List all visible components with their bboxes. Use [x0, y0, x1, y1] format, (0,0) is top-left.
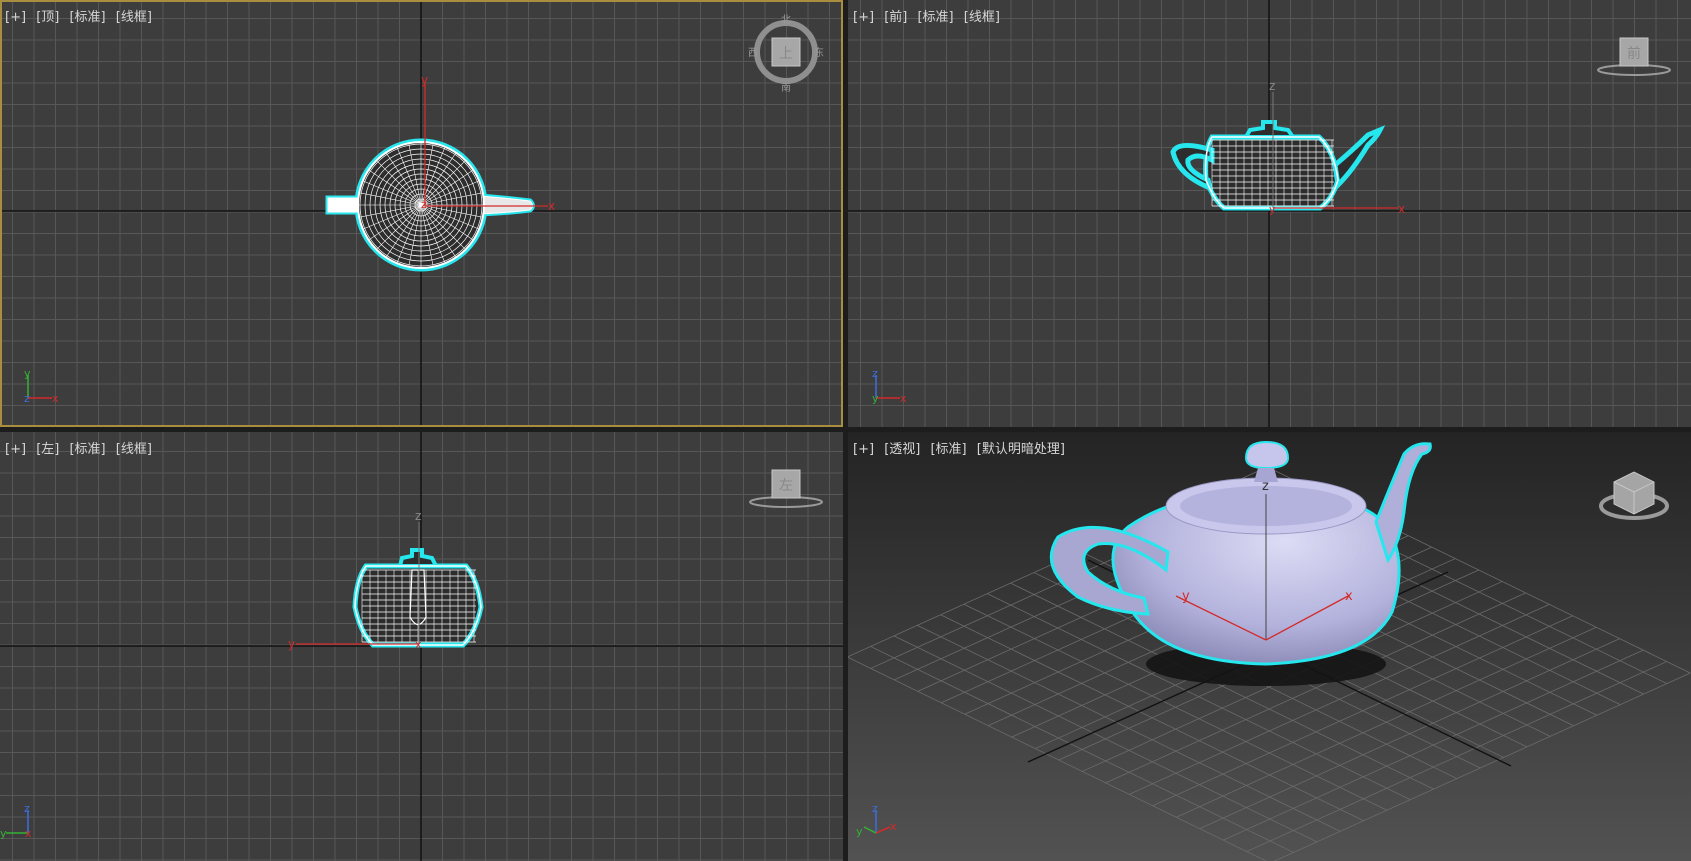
viewport-perspective[interactable]: z y x z x y [+] [透视] [标准] [默认明暗处理]: [848, 432, 1691, 861]
viewport-front-canvas[interactable]: z x y 前 z x y: [848, 0, 1691, 427]
viewport-plus-menu[interactable]: [+]: [5, 10, 26, 25]
viewport-plus-menu[interactable]: [+]: [853, 10, 874, 25]
viewport-label-menu: [+] [前] [标准] [线框]: [853, 6, 1006, 25]
viewport-top[interactable]: y x z 上 北 东 南 西 y x z [+] [顶] [标准] [线框]: [0, 0, 843, 427]
local-z-label: z: [1269, 79, 1275, 93]
viewport-standard-menu[interactable]: [标准]: [69, 10, 105, 25]
viewport-pov-menu[interactable]: [左]: [36, 442, 59, 457]
local-y-label: y: [421, 73, 428, 87]
local-z-label: z: [415, 509, 421, 523]
tripod-y-label: y: [24, 367, 31, 380]
local-x-label: x: [1345, 589, 1353, 604]
tripod-y-label: y: [0, 827, 7, 840]
tripod-z-label: z: [24, 392, 30, 405]
viewport-shading-menu[interactable]: [默认明暗处理]: [977, 442, 1065, 457]
viewport-standard-menu[interactable]: [标准]: [917, 10, 953, 25]
viewport-shading-menu[interactable]: [线框]: [116, 442, 152, 457]
viewcube-face-label: 左: [779, 478, 793, 494]
viewport-pov-menu[interactable]: [顶]: [36, 10, 59, 25]
local-z-label: z: [1262, 479, 1269, 494]
viewport-label-menu: [+] [顶] [标准] [线框]: [5, 6, 158, 25]
viewport-plus-menu[interactable]: [+]: [853, 442, 874, 457]
local-x-label: x: [548, 199, 555, 213]
tripod-x-label: x: [890, 820, 897, 833]
viewport-pov-menu[interactable]: [透视]: [884, 442, 920, 457]
viewport-left-canvas[interactable]: z y x 左 z y x: [0, 432, 843, 861]
viewport-label-menu: [+] [透视] [标准] [默认明暗处理]: [853, 438, 1071, 457]
compass-south: 南: [781, 81, 791, 94]
viewport-shading-menu[interactable]: [线框]: [964, 10, 1000, 25]
viewport-perspective-canvas[interactable]: z y x z x y: [848, 432, 1691, 861]
tripod-x-label: x: [900, 392, 907, 405]
viewport-left[interactable]: z y x 左 z y x [+] [左] [标准] [线框]: [0, 432, 843, 861]
viewport-shading-menu[interactable]: [线框]: [116, 10, 152, 25]
teapot-object[interactable]: [352, 548, 484, 648]
tripod-z-label: z: [872, 802, 878, 815]
compass-east: 东: [814, 46, 824, 59]
viewport-plus-menu[interactable]: [+]: [5, 442, 26, 457]
viewport-standard-menu[interactable]: [标准]: [69, 442, 105, 457]
tripod-z-label: z: [24, 802, 30, 815]
local-z-label: z: [421, 198, 427, 211]
tripod-x-label: x: [25, 827, 32, 840]
local-y-label: y: [288, 637, 295, 651]
compass-west: 西: [748, 48, 758, 59]
tripod-y-label: y: [856, 825, 863, 838]
tripod-x-label: x: [52, 392, 59, 405]
local-x-label: x: [415, 638, 422, 651]
compass-north: 北: [781, 14, 791, 26]
viewport-standard-menu[interactable]: [标准]: [930, 442, 966, 457]
local-y-label: y: [1182, 589, 1190, 604]
viewport-pov-menu[interactable]: [前]: [884, 10, 907, 25]
tripod-y-label: y: [872, 392, 879, 405]
local-x-label: x: [1398, 202, 1405, 216]
tripod-z-label: z: [872, 367, 878, 380]
viewport-label-menu: [+] [左] [标准] [线框]: [5, 438, 158, 457]
local-y-label: y: [1269, 203, 1276, 216]
viewcube-face-label: 上: [779, 46, 793, 62]
viewport-front[interactable]: z x y 前 z x y [+] [前] [标准] [线框]: [848, 0, 1691, 427]
viewcube-face-label: 前: [1627, 45, 1641, 62]
viewport-top-canvas[interactable]: y x z 上 北 东 南 西 y x z: [0, 0, 843, 427]
